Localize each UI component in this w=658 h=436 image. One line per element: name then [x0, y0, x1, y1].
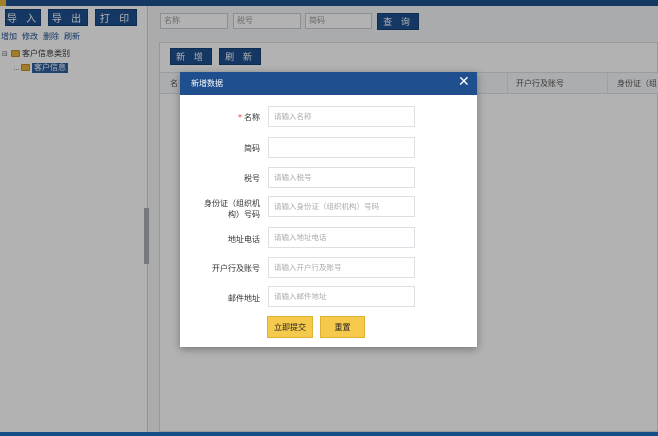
email-input[interactable]: 请输入邮件地址	[268, 286, 415, 307]
required-marker: *	[238, 113, 242, 122]
submit-button[interactable]: 立即提交	[267, 316, 313, 338]
short-code-label: 简码	[244, 144, 260, 153]
dialog-title: 新增数据	[191, 79, 223, 88]
id-number-input[interactable]: 请输入身份证（组织机构）号码	[268, 196, 415, 217]
id-number-label: 身份证（组织机 构）号码	[204, 199, 260, 219]
short-code-input[interactable]	[268, 137, 415, 158]
name-input[interactable]: 请输入名称	[268, 106, 415, 127]
tax-number-label: 税号	[244, 174, 260, 183]
tax-number-input[interactable]: 请输入税号	[268, 167, 415, 188]
bank-account-input[interactable]: 请输入开户行及账号	[268, 257, 415, 278]
new-data-dialog: 新增数据 ✕ * 名称 请输入名称 简码 税号 请输入税号 身份证（组织机 构）号码…	[180, 72, 477, 347]
email-label: 邮件地址	[228, 294, 260, 303]
dialog-header	[180, 72, 477, 95]
address-phone-input[interactable]: 请输入地址电话	[268, 227, 415, 248]
address-phone-label: 地址电话	[228, 235, 260, 244]
close-icon[interactable]: ✕	[458, 75, 470, 89]
bank-account-label: 开户行及账号	[212, 264, 260, 273]
name-label: * 名称	[238, 113, 260, 122]
reset-button[interactable]: 重置	[320, 316, 365, 338]
